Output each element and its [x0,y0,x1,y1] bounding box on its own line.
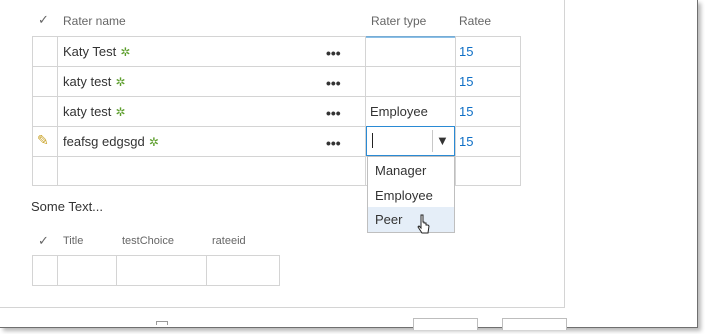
more-options-icon[interactable]: ••• [326,76,341,90]
edit-pencil-icon: ✎ [37,132,49,148]
presence-icon: ✲ [120,45,131,59]
grid-line [32,255,280,256]
rater-name-cell[interactable]: katy test ✲ [63,74,125,89]
section-label: Some Text... [31,199,104,214]
checkbox-partial[interactable] [156,321,168,325]
grid-line [116,255,117,286]
rater-type-cell[interactable]: Employee [370,104,428,119]
dropdown-separator [432,130,433,152]
panel-right-border [564,0,565,307]
ratee-link[interactable]: 15 [459,134,473,149]
mouse-cursor-icon [417,214,430,234]
grid-line [32,36,33,186]
grid-line [57,255,58,286]
grid-line [455,36,456,186]
presence-icon: ✲ [148,135,159,149]
option-peer[interactable]: Peer [368,207,454,232]
more-options-icon[interactable]: ••• [326,46,341,60]
grid-line [206,255,207,286]
grid-line [32,96,521,97]
chevron-down-icon[interactable]: ▼ [436,133,449,148]
cancel-button[interactable] [502,318,567,330]
rater-name-cell[interactable]: feafsg edgsgd ✲ [63,134,159,149]
cell-focus-hint [366,36,455,38]
column-header-rater-type[interactable]: Rater type [371,14,426,28]
column-header-title[interactable]: Title [63,235,83,247]
select-all-check-icon[interactable]: ✓ [38,12,49,28]
grid-line [520,36,521,186]
presence-icon: ✲ [115,75,126,89]
grid-line [279,255,280,286]
column-header-ratee[interactable]: Ratee [459,14,491,28]
grid-line [32,255,33,286]
rater-name-cell[interactable]: Katy Test ✲ [63,44,130,59]
column-header-rater-name[interactable]: Rater name [63,14,126,28]
more-options-icon[interactable]: ••• [326,106,341,120]
grid-line [32,285,280,286]
ok-button[interactable] [413,318,478,330]
ratee-link[interactable]: 15 [459,44,473,59]
column-header-rateeid[interactable]: rateeid [212,235,246,247]
text-caret [372,133,373,148]
presence-icon: ✲ [115,105,126,119]
rater-type-options-list[interactable]: Manager Employee Peer [367,156,455,233]
more-options-icon[interactable]: ••• [326,136,341,150]
option-manager[interactable]: Manager [368,158,454,183]
column-header-testchoice[interactable]: testChoice [122,235,174,247]
ratee-link[interactable]: 15 [459,74,473,89]
rater-name-cell[interactable]: katy test ✲ [63,104,125,119]
grid-line [32,66,521,67]
select-all-check-icon[interactable]: ✓ [38,233,49,249]
option-employee[interactable]: Employee [368,183,454,208]
grid-line [365,36,366,186]
ratee-link[interactable]: 15 [459,104,473,119]
panel-bottom-border [0,307,565,308]
